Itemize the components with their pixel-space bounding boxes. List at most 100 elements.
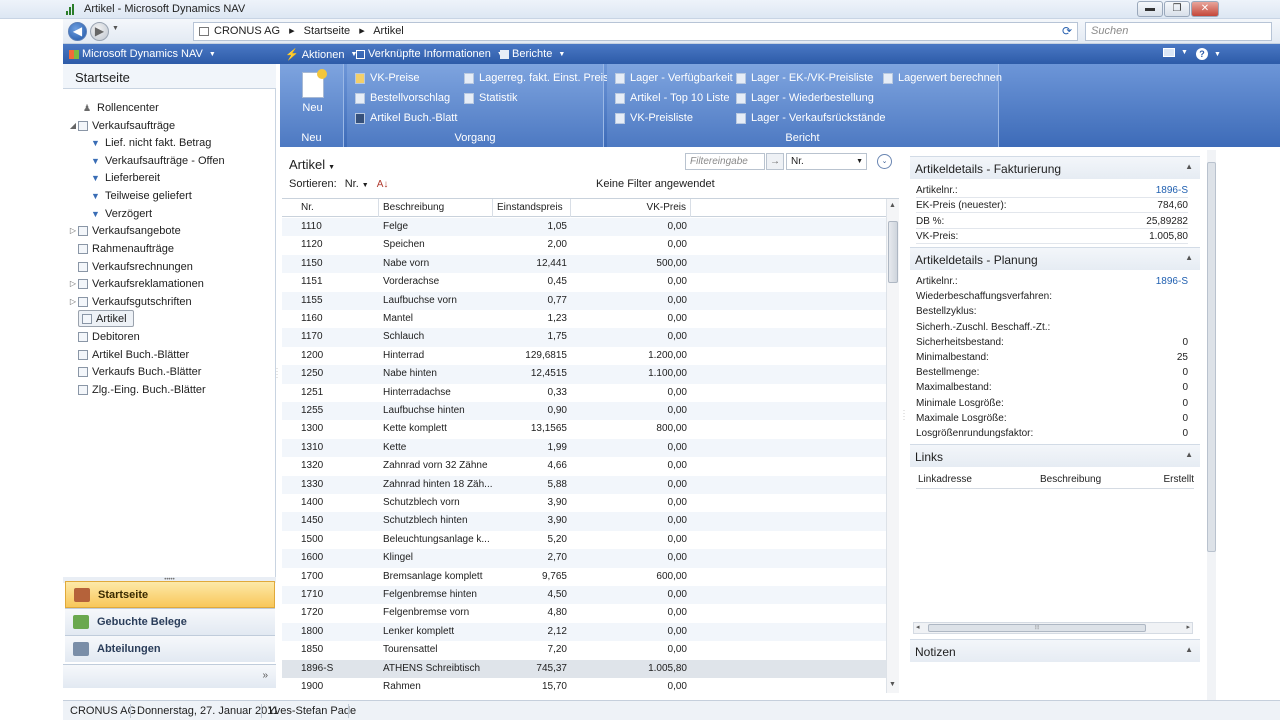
- vk-preisliste-button[interactable]: VK-Preisliste: [615, 112, 693, 124]
- top10-button[interactable]: Artikel - Top 10 Liste: [615, 92, 729, 104]
- field-value-link[interactable]: 1896-S: [1156, 183, 1188, 198]
- nav-item-rahmenauftraege[interactable]: Rahmenaufträge: [68, 240, 174, 257]
- nav-button-startseite[interactable]: Startseite: [65, 581, 275, 608]
- table-row[interactable]: 1700 Bremsanlage komplett 9,765 600,00: [282, 568, 886, 586]
- nav-item-verkaufsauftraege[interactable]: ◢ Verkaufsaufträge: [68, 117, 175, 134]
- factbox-header-notizen[interactable]: Notizen ▲: [910, 639, 1200, 662]
- scroll-thumb[interactable]: [1207, 162, 1216, 552]
- table-row[interactable]: 1850 Tourensattel 7,20 0,00: [282, 641, 886, 659]
- nav-item-lief-nicht-fakt[interactable]: ▼ Lief. nicht fakt. Betrag: [91, 134, 211, 151]
- table-row[interactable]: 1400 Schutzblech vorn 3,90 0,00: [282, 494, 886, 512]
- filter-input[interactable]: Filtereingabe: [685, 153, 765, 170]
- collapse-chevron-icon[interactable]: ▲: [1185, 450, 1193, 459]
- apply-filter-arrow-icon[interactable]: →: [766, 153, 784, 170]
- table-row[interactable]: 1155 Laufbuchse vorn 0,77 0,00: [282, 291, 886, 310]
- forward-button[interactable]: ▶: [90, 22, 109, 41]
- actions-menu-button[interactable]: ⚡ Aktionen ▼: [285, 48, 357, 62]
- verkaufsrueckstaende-button[interactable]: Lager - Verkaufsrückstände: [736, 112, 886, 124]
- links-column-erstellt[interactable]: Erstellt: [1163, 474, 1194, 485]
- table-row[interactable]: 1500 Beleuchtungsanlage k... 5,20 0,00: [282, 531, 886, 549]
- nav-item-debitoren[interactable]: Debitoren: [68, 328, 140, 345]
- table-row[interactable]: 1200 Hinterrad 129,6815 1.200,00: [282, 347, 886, 365]
- vk-preise-button[interactable]: VK-Preise: [355, 72, 420, 84]
- scroll-left-icon[interactable]: ◂: [916, 623, 920, 631]
- nav-pane-footer[interactable]: »: [63, 664, 276, 688]
- collapse-icon[interactable]: ◢: [68, 121, 78, 130]
- list-scrollbar[interactable]: ▲ ▼: [886, 199, 899, 693]
- breadcrumb-company[interactable]: CRONUS AG: [214, 25, 280, 37]
- scroll-thumb[interactable]: [888, 221, 898, 283]
- lagerreg-button[interactable]: Lagerreg. fakt. Einst. Preise: [464, 72, 615, 84]
- nav-item-zlg-eing-buchblaetter[interactable]: Zlg.-Eing. Buch.-Blätter: [68, 381, 206, 398]
- nav-item-verzoegert[interactable]: ▼ Verzögert: [91, 205, 152, 222]
- nav-item-lieferbereit[interactable]: ▼ Lieferbereit: [91, 169, 160, 186]
- scroll-down-icon[interactable]: ▼: [889, 681, 896, 688]
- list-title-button[interactable]: Artikel ▼: [289, 157, 335, 172]
- collapse-chevron-icon[interactable]: ▲: [1185, 253, 1193, 262]
- factbox-scrollbar[interactable]: [1207, 150, 1216, 700]
- related-info-menu-button[interactable]: Verknüpfte Informationen▼: [356, 48, 504, 60]
- table-row[interactable]: 1300 Kette komplett 13,1565 800,00: [282, 420, 886, 438]
- nav-item-artikel-buchblaetter[interactable]: Artikel Buch.-Blätter: [68, 346, 189, 363]
- table-row[interactable]: 1110 Felge 1,05 0,00: [282, 218, 886, 237]
- factbox-header-planung[interactable]: Artikeldetails - Planung ▲: [910, 247, 1200, 270]
- table-row[interactable]: 1151 Vorderachse 0,45 0,00: [282, 273, 886, 291]
- field-value-link[interactable]: 1896-S: [1156, 274, 1188, 289]
- lager-verfuegbarkeit-button[interactable]: Lager - Verfügbarkeit: [615, 72, 733, 84]
- nav-item-verkaufs-buchblaetter[interactable]: Verkaufs Buch.-Blätter: [68, 363, 201, 380]
- artikel-buchblatt-button[interactable]: Artikel Buch.-Blatt: [355, 112, 457, 124]
- left-splitter[interactable]: · · · ·: [276, 366, 280, 381]
- breadcrumb-home[interactable]: Startseite: [304, 25, 350, 37]
- column-header-vk-preis[interactable]: VK-Preis: [571, 199, 691, 217]
- table-row[interactable]: 1150 Nabe vorn 12,441 500,00: [282, 254, 886, 274]
- sort-field-select[interactable]: Nr. ▼: [345, 178, 369, 190]
- table-row[interactable]: 1250 Nabe hinten 12,4515 1.100,00: [282, 365, 886, 384]
- table-row[interactable]: 1120 Speichen 2,00 0,00: [282, 236, 886, 254]
- right-splitter[interactable]: · · · ·: [903, 408, 907, 423]
- configure-buttons-icon[interactable]: »: [262, 670, 268, 681]
- scroll-thumb[interactable]: ⦙⦙⦙: [928, 624, 1146, 632]
- nav-item-artikel[interactable]: Artikel: [78, 310, 134, 327]
- collapse-chevron-icon[interactable]: ▲: [1185, 162, 1193, 171]
- links-horizontal-scrollbar[interactable]: ◂ ⦙⦙⦙ ▸: [913, 622, 1193, 634]
- factbox-header-fakturierung[interactable]: Artikeldetails - Fakturierung ▲: [910, 156, 1200, 179]
- nav-item-verkaufsrechnungen[interactable]: Verkaufsrechnungen: [68, 258, 193, 275]
- links-column-beschreibung[interactable]: Beschreibung: [1040, 474, 1101, 485]
- column-header-nr[interactable]: Nr.: [297, 199, 379, 217]
- breadcrumb-current[interactable]: Artikel: [373, 25, 404, 37]
- maximize-button[interactable]: ❐: [1164, 1, 1190, 17]
- table-row[interactable]: 1450 Schutzblech hinten 3,90 0,00: [282, 512, 886, 531]
- new-button[interactable]: Neu: [290, 69, 335, 120]
- collapse-chevron-icon[interactable]: ▲: [1185, 645, 1193, 654]
- table-row[interactable]: 1600 Klingel 2,70 0,00: [282, 549, 886, 568]
- expand-filter-icon[interactable]: ⌄: [877, 154, 892, 169]
- nav-item-offen[interactable]: ▼ Verkaufsaufträge - Offen: [91, 152, 225, 169]
- breadcrumb[interactable]: CRONUS AG ▸ Startseite ▸ Artikel: [193, 22, 1078, 41]
- table-row[interactable]: 1160 Mantel 1,23 0,00: [282, 310, 886, 328]
- expand-icon[interactable]: ▷: [68, 279, 78, 288]
- history-dropdown-icon[interactable]: ▼: [112, 25, 119, 32]
- close-button[interactable]: ✕: [1191, 1, 1219, 17]
- expand-icon[interactable]: ▷: [68, 226, 78, 235]
- reports-menu-button[interactable]: Berichte ▼: [500, 48, 565, 60]
- nav-item-verkaufsreklamationen[interactable]: ▷ Verkaufsreklamationen: [68, 275, 204, 292]
- view-options-button[interactable]: ▼: [1163, 48, 1188, 57]
- wiederbestellung-button[interactable]: Lager - Wiederbestellung: [736, 92, 874, 104]
- scroll-up-icon[interactable]: ▲: [889, 202, 896, 209]
- refresh-icon[interactable]: ⟳: [1062, 24, 1076, 38]
- table-row[interactable]: 1330 Zahnrad hinten 18 Zäh... 5,88 0,00: [282, 475, 886, 494]
- nav-button-gebuchte-belege[interactable]: Gebuchte Belege: [65, 608, 275, 635]
- back-button[interactable]: ◀: [68, 22, 87, 41]
- filter-field-select[interactable]: Nr. ▼: [786, 153, 867, 170]
- app-menu-button[interactable]: Microsoft Dynamics NAV ▼: [69, 48, 216, 60]
- table-row[interactable]: 1310 Kette 1,99 0,00: [282, 438, 886, 458]
- column-header-einstandspreis[interactable]: Einstandspreis: [493, 199, 571, 217]
- help-button[interactable]: ? ▼: [1196, 48, 1221, 60]
- nav-item-rollencenter[interactable]: ♟ Rollencenter: [73, 99, 159, 116]
- expand-icon[interactable]: ▷: [68, 297, 78, 306]
- table-row[interactable]: 1710 Felgenbremse hinten 4,50 0,00: [282, 586, 886, 605]
- table-row[interactable]: 1170 Schlauch 1,75 0,00: [282, 328, 886, 347]
- column-header-beschreibung[interactable]: Beschreibung: [379, 199, 493, 217]
- table-row[interactable]: 1720 Felgenbremse vorn 4,80 0,00: [282, 604, 886, 622]
- nav-item-verkaufsangebote[interactable]: ▷ Verkaufsangebote: [68, 222, 181, 239]
